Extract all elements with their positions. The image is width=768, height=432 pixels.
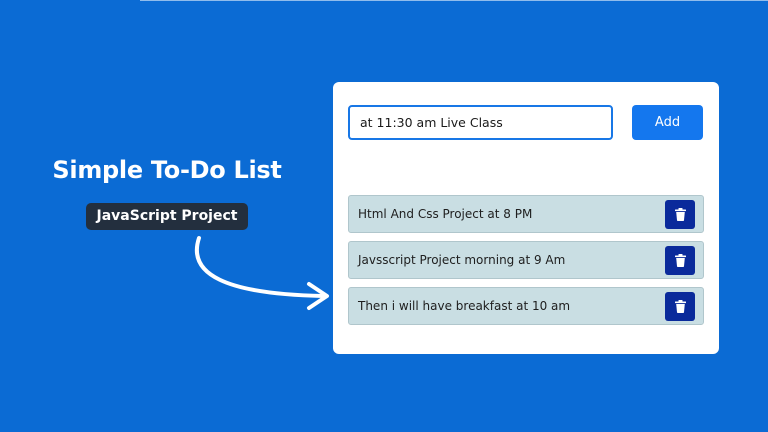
delete-button[interactable]: [665, 246, 695, 275]
trash-icon: [674, 208, 686, 221]
trash-icon: [674, 300, 686, 313]
top-divider: [140, 0, 768, 1]
task-text: Then i will have breakfast at 10 am: [358, 299, 571, 313]
trash-icon: [674, 254, 686, 267]
delete-button[interactable]: [665, 200, 695, 229]
task-input[interactable]: [348, 105, 613, 140]
page-title: Simple To-Do List: [52, 156, 282, 184]
task-item: Then i will have breakfast at 10 am: [348, 287, 704, 325]
task-text: Html And Css Project at 8 PM: [358, 207, 533, 221]
task-list: Html And Css Project at 8 PM Javsscript …: [348, 195, 704, 333]
add-button[interactable]: Add: [632, 105, 703, 140]
curved-arrow-icon: [194, 236, 329, 310]
delete-button[interactable]: [665, 292, 695, 321]
project-badge: JavaScript Project: [86, 203, 248, 230]
todo-card: Add Html And Css Project at 8 PM Javsscr…: [333, 82, 719, 354]
task-item: Html And Css Project at 8 PM: [348, 195, 704, 233]
task-text: Javsscript Project morning at 9 Am: [358, 253, 566, 267]
task-item: Javsscript Project morning at 9 Am: [348, 241, 704, 279]
